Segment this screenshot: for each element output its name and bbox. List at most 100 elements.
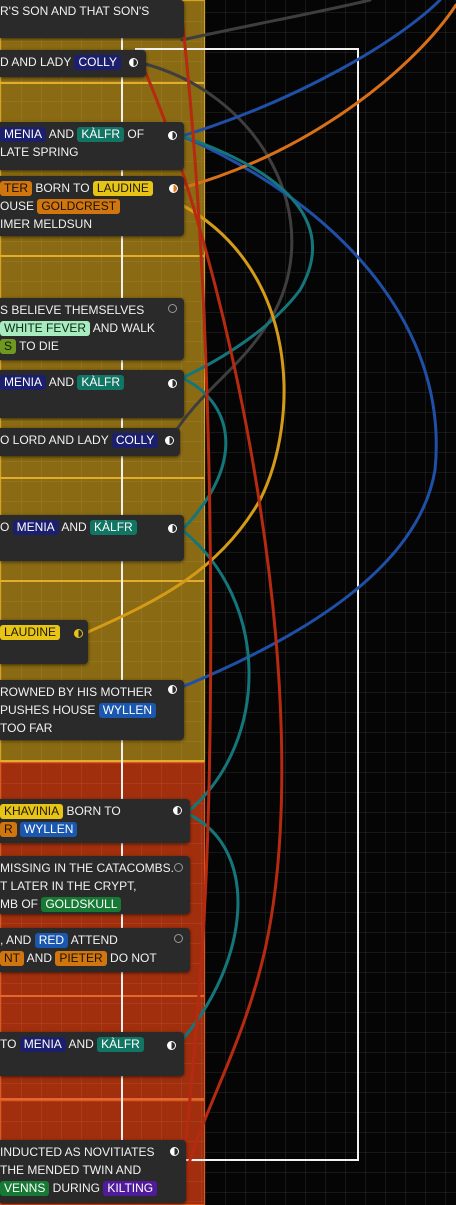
card-text: TO MENIA AND KÀLFR (0, 1035, 184, 1053)
entity-tag[interactable]: WYLLEN (20, 822, 78, 837)
entity-tag[interactable]: KÀLFR (90, 520, 137, 535)
card-line: S BELIEVE THEMSELVES (0, 301, 184, 319)
card-text-segment: INDUCTED AS NOVITIATES (0, 1145, 155, 1159)
entity-tag[interactable]: MENIA (0, 375, 47, 390)
event-card-8[interactable]: O MENIA AND KÀLFR (0, 515, 184, 561)
bracket-right (357, 48, 359, 1161)
card-line: LATE SPRING (0, 143, 184, 161)
card-line: MENIA AND KÀLFR OF (0, 125, 184, 143)
moon-phase-icon (173, 806, 182, 815)
card-text: O LORD AND LADY COLLY (0, 431, 180, 449)
entity-tag[interactable]: GOLDSKULL (41, 897, 122, 912)
lane-separator (0, 82, 204, 84)
card-line: IMER MELDSUN (0, 215, 184, 233)
card-text-segment: DO NOT (106, 951, 157, 965)
event-card-2[interactable]: D AND LADY COLLY (0, 50, 146, 77)
card-text-segment: DURING (49, 1181, 104, 1195)
entity-tag[interactable]: VENNS (0, 1181, 50, 1196)
card-text: , AND RED ATTEND NT AND PIETER DO NOT (0, 931, 190, 967)
card-text-segment: TO (0, 1037, 20, 1051)
event-card-15[interactable]: INDUCTED AS NOVITIATES THE MENDED TWIN A… (0, 1140, 186, 1203)
card-text-segment: AND (46, 375, 78, 389)
card-text-segment: AND (46, 127, 78, 141)
event-card-5[interactable]: S BELIEVE THEMSELVES WHITE FEVER AND WAL… (0, 298, 184, 360)
card-text-segment: O (0, 520, 13, 534)
entity-tag[interactable]: LAUDINE (92, 181, 153, 196)
event-card-6[interactable]: MENIA AND KÀLFR (0, 370, 184, 418)
card-line: MENIA AND KÀLFR (0, 373, 184, 391)
entity-tag[interactable]: KÀLFR (77, 127, 125, 142)
event-card-14[interactable]: TO MENIA AND KÀLFR (0, 1032, 184, 1076)
card-line: O MENIA AND KÀLFR (0, 518, 184, 536)
card-text-segment: AND (24, 951, 56, 965)
moon-phase-icon (168, 685, 177, 694)
lane-separator (0, 995, 204, 997)
card-text-segment: OF (124, 127, 145, 141)
event-card-4[interactable]: TER BORN TO LAUDINE OUSE GOLDCREST IMER ME… (0, 176, 184, 236)
card-text-segment: ATTEND (68, 933, 118, 947)
card-text-segment: ROWNED BY HIS MOTHER (0, 685, 153, 699)
card-text-segment: OUSE (0, 199, 38, 213)
entity-tag[interactable]: R (0, 822, 17, 837)
entity-tag[interactable]: TER (0, 181, 32, 196)
entity-tag[interactable]: COLLY (74, 55, 121, 70)
entity-tag[interactable]: PIETER (55, 951, 107, 966)
card-text-segment: , AND (0, 933, 35, 947)
card-text: ROWNED BY HIS MOTHER PUSHES HOUSE WYLLEN T… (0, 683, 184, 737)
moon-phase-icon (168, 379, 177, 388)
card-line: TOO FAR (0, 719, 184, 737)
moon-phase-icon (170, 1147, 179, 1156)
entity-tag[interactable]: KÀLFR (97, 1037, 144, 1052)
card-text-segment: R'S SON AND THAT SON'S (0, 4, 150, 18)
event-card-1[interactable]: R'S SON AND THAT SON'S (0, 0, 184, 38)
card-text-segment: D AND LADY (0, 55, 75, 69)
event-card-13[interactable]: , AND RED ATTEND NT AND PIETER DO NOT (0, 928, 190, 972)
entity-tag[interactable]: WHITE FEVER (0, 321, 91, 336)
entity-tag[interactable]: KHAVINIA (0, 804, 64, 819)
entity-tag[interactable]: MENIA (0, 127, 47, 142)
entity-tag[interactable]: S (0, 339, 17, 354)
entity-tag[interactable]: RED (34, 933, 69, 948)
card-text-segment: T LATER IN THE CRYPT, (0, 879, 137, 893)
card-text-segment: TOO FAR (0, 721, 53, 735)
card-line: , AND RED ATTEND (0, 931, 190, 949)
moon-phase-icon (168, 131, 177, 140)
event-card-11[interactable]: KHAVINIA BORN TO R WYLLEN (0, 799, 190, 843)
card-line: WHITE FEVER AND WALK (0, 319, 184, 337)
card-text: R'S SON AND THAT SON'S (0, 2, 184, 20)
card-line: PUSHES HOUSE WYLLEN (0, 701, 184, 719)
entity-tag[interactable]: KILTING (103, 1181, 158, 1196)
event-card-12[interactable]: MISSING IN THE CATACOMBS. T LATER IN THE … (0, 856, 190, 914)
card-line: ROWNED BY HIS MOTHER (0, 683, 184, 701)
event-card-10[interactable]: ROWNED BY HIS MOTHER PUSHES HOUSE WYLLEN T… (0, 680, 184, 740)
event-card-9[interactable]: LAUDINE (0, 620, 88, 664)
entity-tag[interactable]: MENIA (19, 1037, 66, 1052)
event-card-3[interactable]: MENIA AND KÀLFR OF LATE SPRING (0, 122, 184, 170)
card-text: INDUCTED AS NOVITIATES THE MENDED TWIN A… (0, 1143, 186, 1197)
bracket-top (135, 48, 358, 50)
lane-separator (0, 477, 204, 479)
entity-tag[interactable]: GOLDCREST (37, 199, 121, 214)
moon-phase-icon (174, 934, 183, 943)
card-line: T LATER IN THE CRYPT, (0, 877, 190, 895)
card-text: D AND LADY COLLY (0, 53, 146, 71)
entity-tag[interactable]: LAUDINE (0, 625, 61, 640)
card-text-segment: AND WALK (90, 321, 155, 335)
event-card-7[interactable]: O LORD AND LADY COLLY (0, 428, 180, 456)
card-text: MISSING IN THE CATACOMBS. T LATER IN THE … (0, 859, 190, 913)
entity-tag[interactable]: MENIA (12, 520, 59, 535)
entity-tag[interactable]: KÀLFR (77, 375, 125, 390)
moon-phase-icon (167, 1041, 176, 1050)
entity-tag[interactable]: WYLLEN (98, 703, 157, 718)
card-text-segment: AND (65, 1037, 98, 1051)
card-text: TER BORN TO LAUDINE OUSE GOLDCREST IMER ME… (0, 179, 184, 233)
card-line: MISSING IN THE CATACOMBS. (0, 859, 190, 877)
card-line: INDUCTED AS NOVITIATES (0, 1143, 186, 1161)
moon-phase-icon (129, 58, 138, 67)
curve-gray (180, 0, 372, 42)
moon-phase-icon (174, 863, 183, 872)
entity-tag[interactable]: COLLY (111, 433, 159, 448)
moon-phase-icon (169, 184, 178, 193)
card-line: R'S SON AND THAT SON'S (0, 2, 184, 20)
entity-tag[interactable]: NT (0, 951, 24, 966)
